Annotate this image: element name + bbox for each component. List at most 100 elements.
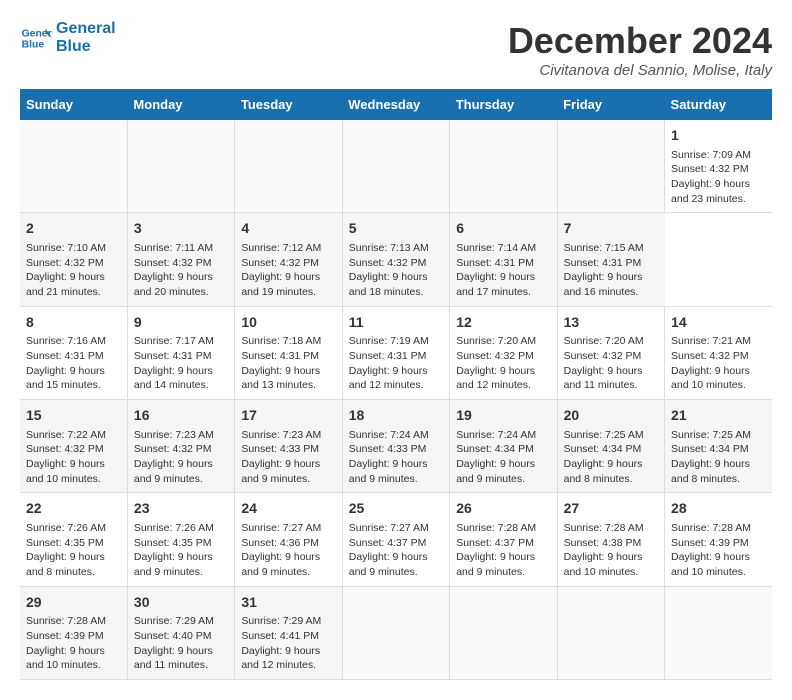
calendar-cell — [235, 120, 342, 213]
calendar-week-0: 1 Sunrise: 7:09 AM Sunset: 4:32 PM Dayli… — [20, 120, 772, 213]
sunset-label: Sunset: 4:32 PM — [564, 350, 642, 362]
sunset-label: Sunset: 4:35 PM — [26, 537, 104, 549]
daylight-label: Daylight: 9 hours and 16 minutes. — [564, 271, 643, 298]
sunrise-label: Sunrise: 7:28 AM — [26, 615, 106, 627]
month-title: December 2024 — [508, 20, 772, 62]
sunrise-label: Sunrise: 7:27 AM — [241, 522, 321, 534]
daylight-label: Daylight: 9 hours and 12 minutes. — [349, 365, 428, 392]
sunset-label: Sunset: 4:40 PM — [134, 630, 212, 642]
sunset-label: Sunset: 4:32 PM — [456, 350, 534, 362]
logo-line2: Blue — [56, 38, 116, 56]
daylight-label: Daylight: 9 hours and 21 minutes. — [26, 271, 105, 298]
logo-line1: General — [56, 20, 116, 38]
day-number: 28 — [671, 499, 766, 519]
calendar-cell: 25 Sunrise: 7:27 AM Sunset: 4:37 PM Dayl… — [342, 493, 449, 586]
sunrise-label: Sunrise: 7:22 AM — [26, 429, 106, 441]
day-number: 11 — [349, 313, 443, 333]
calendar-cell — [665, 586, 772, 679]
sunset-label: Sunset: 4:31 PM — [26, 350, 104, 362]
sunset-label: Sunset: 4:31 PM — [456, 257, 534, 269]
calendar-cell: 16 Sunrise: 7:23 AM Sunset: 4:32 PM Dayl… — [127, 400, 234, 493]
sunrise-label: Sunrise: 7:24 AM — [349, 429, 429, 441]
sunset-label: Sunset: 4:38 PM — [564, 537, 642, 549]
calendar-cell: 28 Sunrise: 7:28 AM Sunset: 4:39 PM Dayl… — [665, 493, 772, 586]
sunrise-label: Sunrise: 7:11 AM — [134, 242, 213, 254]
sunrise-label: Sunrise: 7:23 AM — [241, 429, 321, 441]
daylight-label: Daylight: 9 hours and 9 minutes. — [349, 551, 428, 578]
logo-icon: General Blue — [20, 22, 52, 54]
sunset-label: Sunset: 4:35 PM — [134, 537, 212, 549]
calendar-cell: 11 Sunrise: 7:19 AM Sunset: 4:31 PM Dayl… — [342, 306, 449, 399]
day-number: 22 — [26, 499, 121, 519]
sunrise-label: Sunrise: 7:28 AM — [671, 522, 751, 534]
daylight-label: Daylight: 9 hours and 10 minutes. — [564, 551, 643, 578]
daylight-label: Daylight: 9 hours and 11 minutes. — [134, 645, 213, 672]
sunset-label: Sunset: 4:37 PM — [349, 537, 427, 549]
sunrise-label: Sunrise: 7:29 AM — [134, 615, 214, 627]
day-header-saturday: Saturday — [665, 89, 772, 120]
daylight-label: Daylight: 9 hours and 13 minutes. — [241, 365, 320, 392]
day-number: 16 — [134, 406, 228, 426]
calendar-cell — [20, 120, 127, 213]
calendar-cell: 31 Sunrise: 7:29 AM Sunset: 4:41 PM Dayl… — [235, 586, 342, 679]
calendar-week-1: 2 Sunrise: 7:10 AM Sunset: 4:32 PM Dayli… — [20, 213, 772, 306]
sunset-label: Sunset: 4:32 PM — [349, 257, 427, 269]
day-number: 25 — [349, 499, 443, 519]
daylight-label: Daylight: 9 hours and 20 minutes. — [134, 271, 213, 298]
day-number: 30 — [134, 593, 228, 613]
daylight-label: Daylight: 9 hours and 11 minutes. — [564, 365, 643, 392]
day-header-tuesday: Tuesday — [235, 89, 342, 120]
sunset-label: Sunset: 4:39 PM — [671, 537, 749, 549]
calendar-cell: 2 Sunrise: 7:10 AM Sunset: 4:32 PM Dayli… — [20, 213, 127, 306]
calendar-cell: 19 Sunrise: 7:24 AM Sunset: 4:34 PM Dayl… — [450, 400, 557, 493]
sunset-label: Sunset: 4:32 PM — [241, 257, 319, 269]
sunset-label: Sunset: 4:32 PM — [671, 163, 749, 175]
daylight-label: Daylight: 9 hours and 9 minutes. — [456, 458, 535, 485]
day-number: 1 — [671, 126, 766, 146]
sunrise-label: Sunrise: 7:13 AM — [349, 242, 429, 254]
daylight-label: Daylight: 9 hours and 10 minutes. — [26, 645, 105, 672]
calendar-cell: 21 Sunrise: 7:25 AM Sunset: 4:34 PM Dayl… — [665, 400, 772, 493]
day-number: 4 — [241, 219, 335, 239]
daylight-label: Daylight: 9 hours and 9 minutes. — [241, 458, 320, 485]
calendar-cell — [450, 586, 557, 679]
day-number: 19 — [456, 406, 550, 426]
day-number: 18 — [349, 406, 443, 426]
day-header-monday: Monday — [127, 89, 234, 120]
day-header-friday: Friday — [557, 89, 664, 120]
sunrise-label: Sunrise: 7:24 AM — [456, 429, 536, 441]
calendar-cell: 4 Sunrise: 7:12 AM Sunset: 4:32 PM Dayli… — [235, 213, 342, 306]
calendar-week-2: 8 Sunrise: 7:16 AM Sunset: 4:31 PM Dayli… — [20, 306, 772, 399]
sunrise-label: Sunrise: 7:20 AM — [456, 335, 536, 347]
sunrise-label: Sunrise: 7:20 AM — [564, 335, 644, 347]
calendar-cell: 9 Sunrise: 7:17 AM Sunset: 4:31 PM Dayli… — [127, 306, 234, 399]
daylight-label: Daylight: 9 hours and 9 minutes. — [134, 551, 213, 578]
daylight-label: Daylight: 9 hours and 15 minutes. — [26, 365, 105, 392]
daylight-label: Daylight: 9 hours and 12 minutes. — [456, 365, 535, 392]
daylight-label: Daylight: 9 hours and 9 minutes. — [456, 551, 535, 578]
sunset-label: Sunset: 4:39 PM — [26, 630, 104, 642]
calendar-cell: 24 Sunrise: 7:27 AM Sunset: 4:36 PM Dayl… — [235, 493, 342, 586]
sunset-label: Sunset: 4:33 PM — [349, 443, 427, 455]
daylight-label: Daylight: 9 hours and 18 minutes. — [349, 271, 428, 298]
daylight-label: Daylight: 9 hours and 8 minutes. — [26, 551, 105, 578]
calendar-cell: 29 Sunrise: 7:28 AM Sunset: 4:39 PM Dayl… — [20, 586, 127, 679]
sunset-label: Sunset: 4:31 PM — [241, 350, 319, 362]
sunrise-label: Sunrise: 7:17 AM — [134, 335, 214, 347]
sunrise-label: Sunrise: 7:10 AM — [26, 242, 106, 254]
calendar-cell: 26 Sunrise: 7:28 AM Sunset: 4:37 PM Dayl… — [450, 493, 557, 586]
sunrise-label: Sunrise: 7:09 AM — [671, 149, 751, 161]
sunset-label: Sunset: 4:31 PM — [349, 350, 427, 362]
sunrise-label: Sunrise: 7:23 AM — [134, 429, 214, 441]
svg-text:Blue: Blue — [22, 39, 45, 50]
title-area: December 2024 Civitanova del Sannio, Mol… — [508, 20, 772, 79]
location: Civitanova del Sannio, Molise, Italy — [508, 62, 772, 79]
calendar-cell: 20 Sunrise: 7:25 AM Sunset: 4:34 PM Dayl… — [557, 400, 664, 493]
sunset-label: Sunset: 4:32 PM — [134, 257, 212, 269]
day-number: 31 — [241, 593, 335, 613]
calendar-cell: 10 Sunrise: 7:18 AM Sunset: 4:31 PM Dayl… — [235, 306, 342, 399]
day-number: 6 — [456, 219, 550, 239]
daylight-label: Daylight: 9 hours and 12 minutes. — [241, 645, 320, 672]
day-number: 10 — [241, 313, 335, 333]
sunrise-label: Sunrise: 7:28 AM — [456, 522, 536, 534]
